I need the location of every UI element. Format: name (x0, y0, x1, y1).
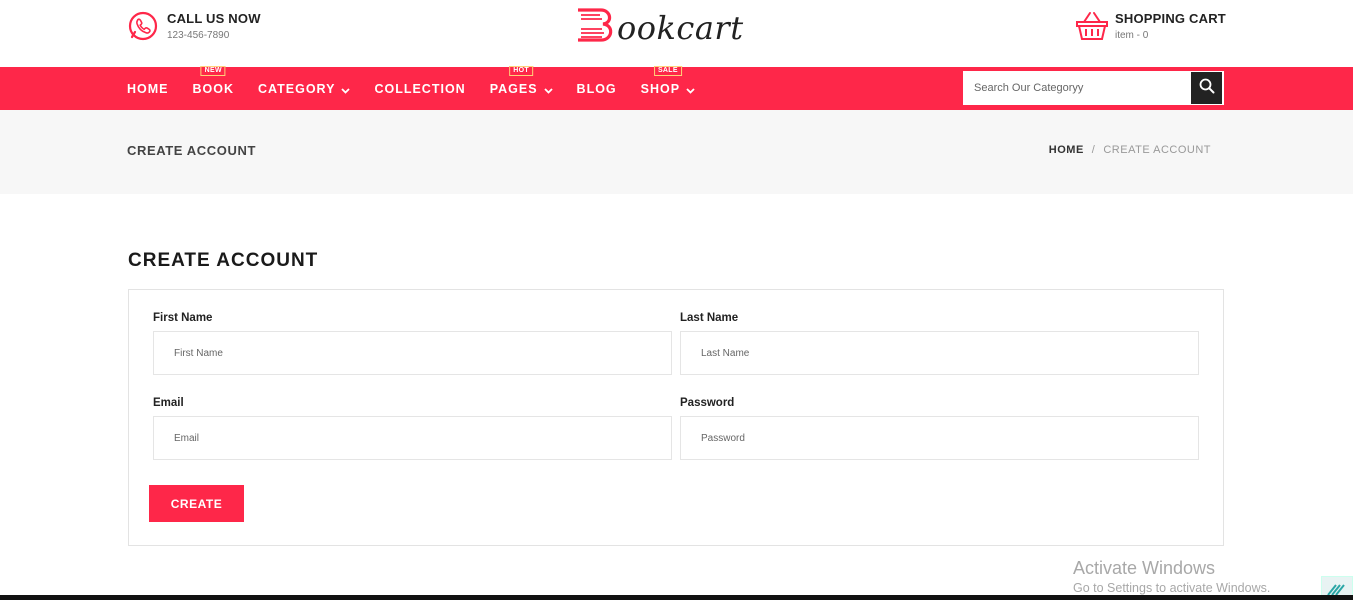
breadcrumb-section: CREATE ACCOUNT HOME / CREATE ACCOUNT (0, 110, 1353, 194)
activate-windows-watermark: Activate Windows Go to Settings to activ… (1073, 558, 1270, 595)
nav-item-label: HOME (127, 81, 169, 96)
watermark-subtitle: Go to Settings to activate Windows. (1073, 581, 1271, 595)
phone-number[interactable]: 123-456-7890 (167, 30, 261, 41)
nav-menu: HOME NEW BOOK CATEGORY COLLECTION HOT PA… (127, 65, 719, 110)
watermark-title: Activate Windows (1073, 558, 1216, 578)
nav-item-label: SHOP (640, 81, 681, 96)
shopping-cart-title: SHOPPING CART (1115, 11, 1226, 26)
create-account-form: First Name Last Name Email Password CREA… (128, 289, 1224, 546)
new-badge: NEW (200, 65, 226, 76)
nav-item-category[interactable]: CATEGORY (258, 81, 351, 96)
top-header: CALL US NOW 123-456-7890 ookcart SHOPPIN… (0, 0, 1353, 67)
phone-icon (127, 10, 159, 42)
search-bar (963, 71, 1224, 105)
chevron-down-icon (341, 84, 351, 94)
search-button[interactable] (1191, 72, 1222, 104)
search-input[interactable] (964, 72, 1191, 104)
cart-item-count: item - 0 (1115, 30, 1149, 41)
nav-item-label: BLOG (576, 81, 617, 96)
basket-icon (1075, 10, 1109, 42)
breadcrumb-home-link[interactable]: HOME (1049, 144, 1084, 156)
hot-badge: HOT (509, 65, 533, 76)
call-us-title: CALL US NOW (167, 11, 261, 26)
nav-item-label: COLLECTION (374, 81, 466, 96)
last-name-label: Last Name (680, 312, 739, 324)
breadcrumb-separator: / (1091, 144, 1096, 156)
last-name-field[interactable] (680, 331, 1199, 375)
chevron-down-icon (686, 84, 695, 94)
first-name-label: First Name (153, 312, 213, 324)
nav-item-blog[interactable]: BLOG (577, 82, 617, 96)
nav-item-label: CATEGORY (258, 81, 336, 96)
email-field[interactable] (153, 416, 672, 460)
nav-item-collection[interactable]: COLLECTION (374, 82, 465, 96)
book-b-logo-icon (575, 6, 617, 49)
password-field[interactable] (680, 416, 1199, 460)
main-navbar: HOME NEW BOOK CATEGORY COLLECTION HOT PA… (0, 65, 1353, 110)
page-title: CREATE ACCOUNT (127, 143, 257, 158)
create-button[interactable]: CREATE (149, 485, 244, 522)
bottom-border (0, 595, 1353, 600)
nav-item-pages[interactable]: HOT PAGES (489, 65, 553, 96)
breadcrumb-current: CREATE ACCOUNT (1103, 144, 1211, 156)
nav-item-shop[interactable]: SALE SHOP (640, 65, 695, 96)
shopping-cart-block[interactable]: SHOPPING CART item - 0 (1075, 10, 1226, 42)
sale-badge: SALE (653, 65, 682, 76)
nav-item-book[interactable]: NEW BOOK (192, 65, 235, 96)
nav-item-label: BOOK (192, 81, 234, 96)
create-account-heading: CREATE ACCOUNT (128, 250, 319, 271)
nav-item-home[interactable]: HOME (127, 82, 169, 96)
site-logo[interactable]: ookcart (575, 6, 744, 49)
logo-text: ookcart (617, 8, 744, 47)
nav-item-label: PAGES (489, 81, 538, 96)
breadcrumb: HOME / CREATE ACCOUNT (1049, 144, 1211, 156)
search-icon (1199, 78, 1215, 99)
call-us-block[interactable]: CALL US NOW 123-456-7890 (127, 10, 261, 42)
first-name-field[interactable] (153, 331, 672, 375)
password-label: Password (680, 397, 735, 409)
chevron-down-icon (543, 84, 553, 94)
email-label: Email (153, 397, 184, 409)
